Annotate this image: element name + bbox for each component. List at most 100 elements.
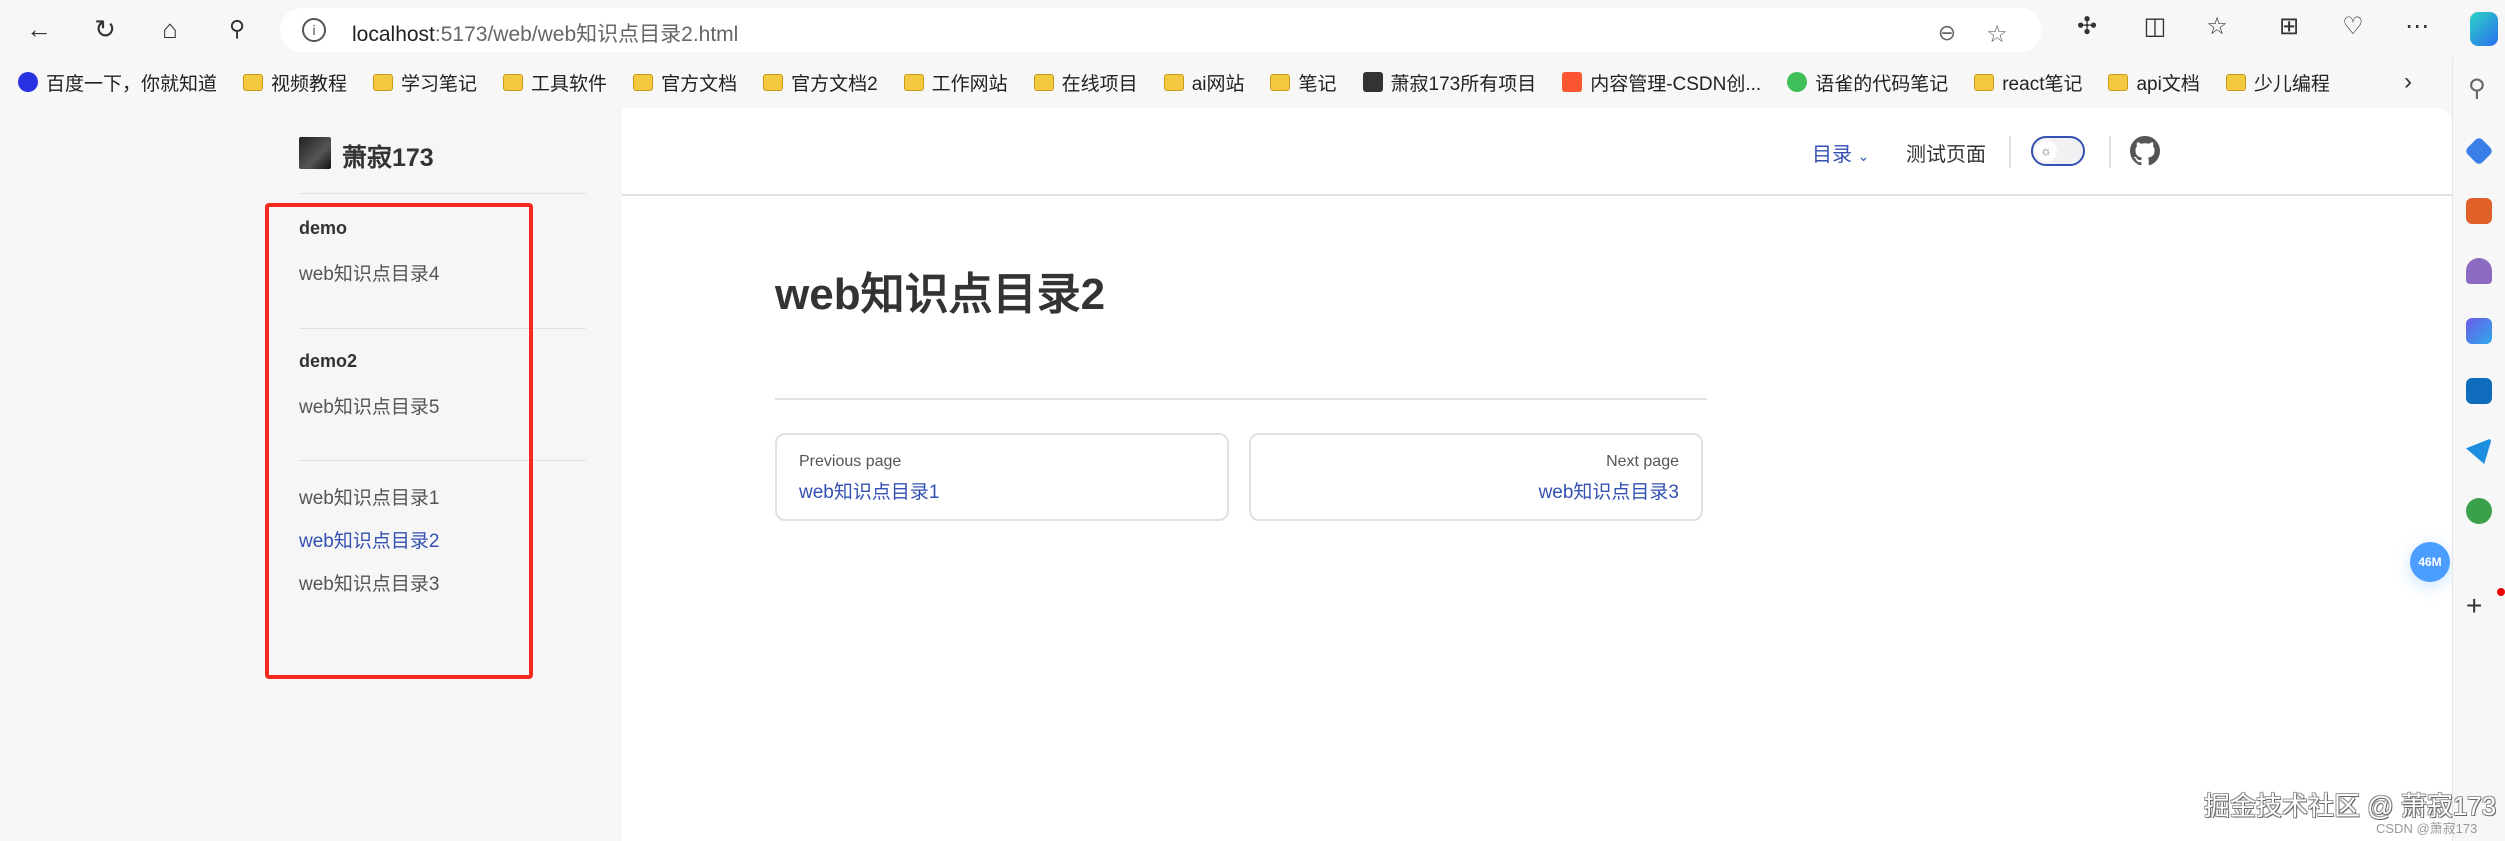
folder-icon [373,73,394,91]
bookmark-item[interactable]: 官方文档2 [763,69,878,96]
bookmark-label: 工具软件 [531,73,608,95]
browser-essentials-icon[interactable]: ♡ [2336,12,2370,41]
m365-icon[interactable] [2466,318,2492,344]
zoom-out-icon[interactable]: ⊖ [1930,20,1964,46]
nav-test-page-link[interactable]: 测试页面 [1906,138,1986,167]
next-page-label: Next page [1606,453,1679,470]
more-icon[interactable]: ⋯ [2400,12,2434,41]
back-icon[interactable]: ← [24,14,54,44]
folder-icon [1270,73,1291,91]
bookmark-label: ai网站 [1191,73,1245,95]
folder-icon [1163,73,1184,91]
bookmark-item[interactable]: 少儿编程 [2225,69,2330,96]
folder-icon [2108,73,2129,91]
refresh-icon[interactable]: ↻ [90,14,120,44]
bookmark-item[interactable]: react笔记 [1974,69,2082,96]
divider [2009,136,2011,168]
url-host: localhost [352,23,435,46]
bookmark-item[interactable]: 视频教程 [243,69,347,96]
url-text[interactable]: localhost:5173/web/web知识点目录2.html [352,18,738,48]
folder-icon [503,73,524,91]
outlook-icon[interactable] [2466,378,2492,404]
bookmark-label: react笔记 [2002,73,2083,95]
collections-icon[interactable]: ⊞ [2272,12,2306,41]
bookmark-label: 官方文档2 [791,73,878,95]
folder-icon [763,73,784,91]
nav-menu-label: 目录 [1812,144,1852,166]
divider [299,193,586,194]
bookmark-item[interactable]: 百度一下，你就知道 [18,69,217,96]
theme-toggle[interactable]: ☼ [2031,136,2085,166]
folder-icon [633,73,654,91]
tree-icon[interactable] [2466,498,2492,524]
extensions-icon[interactable]: ✣ [2070,12,2104,41]
bookmark-item[interactable]: 笔记 [1270,69,1337,96]
folder-icon [243,73,264,91]
search-icon[interactable]: ⚲ [222,14,252,44]
bookmark-label: 内容管理-CSDN创... [1590,73,1762,95]
bookmark-label: 萧寂173所有项目 [1390,73,1537,95]
page-viewport: 萧寂173 demo web知识点目录4 demo2 web知识点目录5 web… [4,108,2452,841]
bookmark-item[interactable]: 内容管理-CSDN创... [1562,69,1761,96]
bookmark-label: 百度一下，你就知道 [46,73,218,95]
tools-icon[interactable] [2466,198,2492,224]
bookmark-label: 少儿编程 [2253,73,2330,95]
split-screen-icon[interactable]: ◫ [2138,12,2172,41]
url-path: :5173/web/web知识点目录2.html [434,23,739,46]
bookmark-label: 在线项目 [1061,73,1138,95]
bookmark-item[interactable]: 学习笔记 [373,69,477,96]
bookmark-item[interactable]: 官方文档 [633,69,737,96]
watermark-sub: CSDN @萧寂173 [2376,821,2478,836]
browser-toolbar: ← ↻ ⌂ ⚲ i localhost:5173/web/web知识点目录2.h… [0,0,2505,58]
bookmark-item[interactable]: 工作网站 [903,69,1008,96]
nav-menu-dropdown[interactable]: 目录 ⌄ [1812,138,1869,167]
github-icon[interactable] [2130,136,2160,166]
site-logo[interactable] [299,137,331,169]
bookmark-label: 笔记 [1298,73,1337,95]
bookmark-item[interactable]: api文档 [2108,69,2200,96]
bookmarks-overflow-chevron-icon[interactable]: › [2404,68,2412,96]
bookmark-label: api文档 [2136,73,2200,95]
copilot-icon[interactable] [2470,12,2498,46]
chevron-down-icon: ⌄ [1857,148,1870,164]
bookmarks-bar: 百度一下，你就知道 视频教程 学习笔记 工具软件 官方文档 官方文档2 工作网站 在线项目 ai… [0,58,2505,106]
bookmark-label: 学习笔记 [401,73,478,95]
page-title: web知识点目录2 [775,270,1106,319]
bookmark-item[interactable]: 工具软件 [503,69,607,96]
favorites-icon[interactable]: ☆ [2200,12,2234,41]
home-icon[interactable]: ⌂ [155,14,185,44]
divider [2109,136,2111,168]
prev-page-title: web知识点目录1 [799,482,940,503]
yuque-icon [1787,72,1808,92]
games-icon[interactable] [2466,258,2492,284]
bookmark-label: 视频教程 [271,73,348,95]
baidu-icon [18,72,38,92]
next-page-link[interactable]: Next page web知识点目录3 [1249,433,1703,521]
header-divider [622,194,2452,196]
divider [775,398,1707,400]
sidebar-search-icon[interactable]: ⚲ [2468,74,2486,103]
prev-page-label: Previous page [799,453,902,470]
bookmark-item[interactable]: 萧寂173所有项目 [1362,69,1537,96]
prev-page-link[interactable]: Previous page web知识点目录1 [775,433,1229,521]
favorite-star-icon[interactable]: ☆ [1980,20,2014,49]
bookmark-item[interactable]: 语雀的代码笔记 [1787,69,1948,96]
bookmark-item[interactable]: ai网站 [1163,69,1245,96]
folder-icon [1974,73,1995,91]
bookmark-label: 语雀的代码笔记 [1815,73,1949,95]
avatar-icon [1362,72,1383,92]
bookmark-label: 官方文档 [661,73,738,95]
site-brand[interactable]: 萧寂173 [342,138,434,174]
add-icon[interactable]: + [2466,590,2482,622]
notification-dot [2497,588,2505,596]
folder-icon [1033,73,1054,91]
sidebar: 萧寂173 demo web知识点目录4 demo2 web知识点目录5 web… [4,108,622,841]
next-page-title: web知识点目录3 [1538,482,1679,503]
site-info-icon[interactable]: i [302,18,326,42]
sun-icon: ☼ [2035,140,2057,162]
folder-icon [903,73,924,91]
address-bar[interactable]: i localhost:5173/web/web知识点目录2.html ⊖ ☆ [280,8,2042,52]
folder-icon [2225,73,2246,91]
floating-memory-badge[interactable]: 46M [2410,542,2450,582]
bookmark-item[interactable]: 在线项目 [1033,69,1138,96]
